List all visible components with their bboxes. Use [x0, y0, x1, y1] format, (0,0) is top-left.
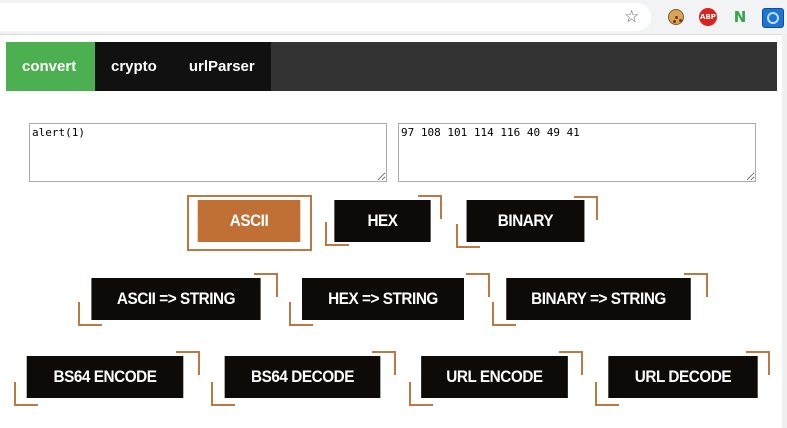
- output-textarea[interactable]: 97 108 101 114 116 40 49 41: [398, 123, 756, 182]
- tab-bar: convert crypto urlParser: [6, 42, 777, 91]
- bs64-encode-button[interactable]: BS64 ENCODE: [26, 356, 184, 398]
- url-encode-button[interactable]: URL ENCODE: [421, 356, 568, 398]
- browser-toolbar: ☆ ABP N: [0, 0, 787, 35]
- input-textarea[interactable]: alert(1): [29, 123, 387, 182]
- url-decode-button[interactable]: URL DECODE: [608, 356, 758, 398]
- n-extension-icon[interactable]: N: [732, 8, 748, 26]
- hex-to-string-corner-tr: [466, 273, 490, 297]
- ascii-to-string-button[interactable]: ASCII => STRING: [91, 278, 261, 320]
- tab-urlparser[interactable]: urlParser: [173, 42, 271, 91]
- hex-button[interactable]: HEX: [334, 200, 431, 242]
- tab-crypto[interactable]: crypto: [95, 42, 173, 91]
- adblock-plus-icon[interactable]: ABP: [699, 8, 717, 26]
- ascii-button[interactable]: ASCII: [197, 200, 301, 242]
- cookie-extension-icon[interactable]: [668, 9, 684, 25]
- address-bar[interactable]: [0, 3, 651, 31]
- binary-button[interactable]: BINARY: [466, 200, 585, 242]
- devtools-extension-icon[interactable]: [762, 8, 784, 28]
- bs64-decode-button[interactable]: BS64 DECODE: [224, 356, 381, 398]
- binary-to-string-button[interactable]: BINARY => STRING: [506, 278, 691, 320]
- tab-convert[interactable]: convert: [6, 42, 95, 91]
- bookmark-star-icon[interactable]: ☆: [624, 5, 639, 29]
- hex-to-string-button[interactable]: HEX => STRING: [302, 278, 464, 320]
- scrollbar[interactable]: [782, 34, 787, 428]
